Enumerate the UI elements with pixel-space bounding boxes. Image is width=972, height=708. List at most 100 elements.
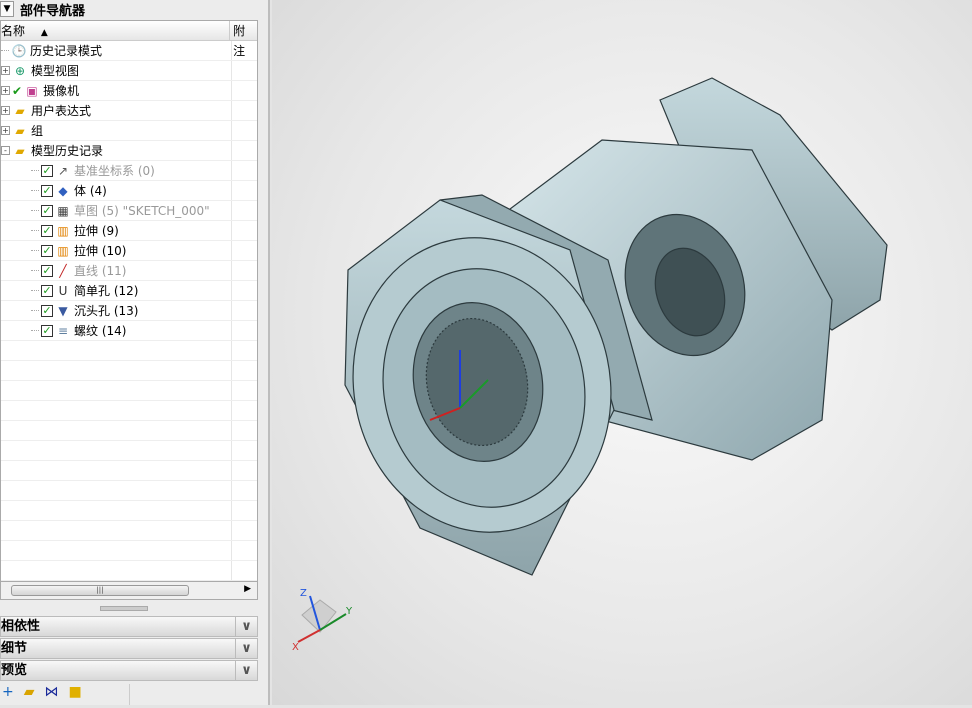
visibility-checkbox[interactable]: ✓: [41, 164, 53, 177]
part-navigator-panel: ▼ 部件导航器 名称 ▲ 附注 🕒 历史记录模式 + ⊕ 模型视图 + ✔ ▣ 摄像机 + ▰ 用户表…: [0, 0, 270, 705]
extrude-icon: ▥: [57, 223, 69, 238]
empty-row: [1, 341, 257, 361]
sort-ascending-icon: ▲: [40, 28, 48, 38]
navigator-tree: 名称 ▲ 附注 🕒 历史记录模式 + ⊕ 模型视图 + ✔ ▣ 摄像机 + ▰ 用户表达式 + ▰ 组 - ▰ 模…: [0, 20, 258, 582]
visibility-checkbox[interactable]: ✓: [41, 284, 53, 297]
tree-node-label: 用户表达式: [31, 104, 92, 118]
tree-node[interactable]: ✓ ▦ 草图 (5) "SKETCH_000": [1, 201, 257, 221]
tree-node-label: 螺纹 (14): [74, 324, 127, 338]
tree-node[interactable]: 🕒 历史记录模式: [1, 41, 257, 61]
chevron-down-icon[interactable]: ∨: [235, 617, 257, 636]
line-icon: ╱: [59, 263, 67, 278]
fitting-part[interactable]: [326, 77, 888, 576]
section-dependencies[interactable]: 相依性 ∨: [0, 616, 258, 637]
expand-icon[interactable]: +: [1, 106, 10, 115]
axis-z-label: Z: [300, 588, 307, 599]
tree-node-label: 组: [31, 124, 44, 138]
bottom-toolbar: + ▰ ⋈ ■: [0, 684, 130, 705]
scroll-right-icon[interactable]: ▶: [244, 584, 251, 594]
section-details[interactable]: 细节 ∨: [0, 638, 258, 659]
tree-node[interactable]: ✓ ≡ 螺纹 (14): [1, 321, 257, 341]
tree-node-label: 简单孔 (12): [74, 284, 139, 298]
panel-splitter[interactable]: [100, 606, 148, 611]
counterbore-hole-icon: ▼: [58, 303, 68, 318]
add-icon[interactable]: +: [2, 684, 14, 705]
extrude-icon: ▥: [57, 243, 69, 258]
collapse-icon[interactable]: -: [1, 146, 10, 155]
empty-row: [1, 361, 257, 381]
tree-node-label: 模型视图: [31, 64, 80, 78]
empty-row: [1, 481, 257, 501]
visibility-checkbox[interactable]: ✓: [41, 224, 53, 237]
horizontal-scrollbar[interactable]: ||| ▶: [0, 582, 258, 600]
empty-row: [1, 421, 257, 441]
tree-node-label: 草图 (5) "SKETCH_000": [74, 204, 210, 218]
scrollbar-thumb[interactable]: |||: [11, 585, 189, 596]
tree-node[interactable]: + ▰ 组: [1, 121, 257, 141]
column-header: 名称 ▲ 附注: [1, 21, 257, 58]
tree-node[interactable]: ✓ U 简单孔 (12): [1, 281, 257, 301]
empty-row: [1, 441, 257, 461]
section-preview[interactable]: 预览 ∨: [0, 660, 258, 681]
tree-node-label: 模型历史记录: [31, 144, 104, 158]
sketch-icon: ▦: [57, 203, 69, 218]
empty-row: [1, 381, 257, 401]
tree-node-label: 拉伸 (9): [74, 224, 119, 238]
chevron-down-icon[interactable]: ∨: [235, 661, 257, 680]
expand-icon[interactable]: +: [1, 126, 10, 135]
chevron-down-icon[interactable]: ∨: [235, 639, 257, 658]
mirror-icon[interactable]: ⋈: [45, 684, 59, 705]
clock-icon: 🕒: [11, 43, 27, 58]
simple-hole-icon: U: [58, 283, 68, 298]
empty-row: [1, 521, 257, 541]
visibility-checkbox[interactable]: ✓: [41, 244, 53, 257]
tree-node[interactable]: ✓ ▥ 拉伸 (10): [1, 241, 257, 261]
tree-node[interactable]: ✓ ▼ 沉头孔 (13): [1, 301, 257, 321]
visibility-checkbox[interactable]: ✓: [41, 204, 53, 217]
3d-model-view: Z Y X: [292, 77, 888, 653]
tree-node-label: 基准坐标系 (0): [74, 164, 155, 178]
check-icon: ✔: [12, 83, 23, 98]
tree-node[interactable]: ✓ ╱ 直线 (11): [1, 261, 257, 281]
navigator-titlebar: ▼ 部件导航器: [0, 0, 268, 19]
column-notes[interactable]: 附注: [230, 21, 257, 58]
tree-node-label: 体 (4): [74, 184, 107, 198]
cube-icon[interactable]: ■: [69, 684, 82, 705]
column-name[interactable]: 名称 ▲: [1, 21, 231, 40]
datum-csys-icon: ↗: [57, 163, 69, 178]
tree-node-label: 摄像机: [43, 84, 80, 98]
folder-link-icon[interactable]: ▰: [24, 684, 35, 705]
tree-node[interactable]: + ▰ 用户表达式: [1, 101, 257, 121]
tree-node-label: 沉头孔 (13): [74, 304, 139, 318]
empty-row: [1, 561, 257, 581]
tree-node[interactable]: ✓ ◆ 体 (4): [1, 181, 257, 201]
empty-row: [1, 461, 257, 481]
visibility-checkbox[interactable]: ✓: [41, 264, 53, 277]
camera-icon: ▣: [26, 83, 38, 98]
thread-icon: ≡: [57, 323, 69, 338]
empty-row: [1, 401, 257, 421]
empty-row: [1, 541, 257, 561]
expand-icon[interactable]: +: [1, 66, 10, 75]
tree-node[interactable]: + ✔ ▣ 摄像机: [1, 81, 257, 101]
tree-node-label: 历史记录模式: [30, 44, 103, 58]
visibility-checkbox[interactable]: ✓: [41, 324, 53, 337]
tree-node[interactable]: ✓ ▥ 拉伸 (9): [1, 221, 257, 241]
expand-icon[interactable]: +: [1, 86, 10, 95]
tree-node[interactable]: + ⊕ 模型视图: [1, 61, 257, 81]
tree-node[interactable]: - ▰ 模型历史记录: [1, 141, 257, 161]
body-icon: ◆: [58, 183, 68, 198]
tree-node-label: 拉伸 (10): [74, 244, 127, 258]
pin-icon[interactable]: ▼: [0, 1, 14, 17]
empty-row: [1, 501, 257, 521]
view-triad: Z Y X: [292, 588, 353, 653]
model-view-icon: ⊕: [14, 63, 26, 78]
axis-x-label: X: [292, 642, 299, 653]
graphics-viewport[interactable]: Z Y X: [272, 0, 972, 705]
folder-icon: ▰: [15, 123, 25, 138]
visibility-checkbox[interactable]: ✓: [41, 304, 53, 317]
visibility-checkbox[interactable]: ✓: [41, 184, 53, 197]
folder-icon: ▰: [15, 103, 25, 118]
navigator-title: 部件导航器: [20, 3, 86, 19]
tree-node[interactable]: ✓ ↗ 基准坐标系 (0): [1, 161, 257, 181]
